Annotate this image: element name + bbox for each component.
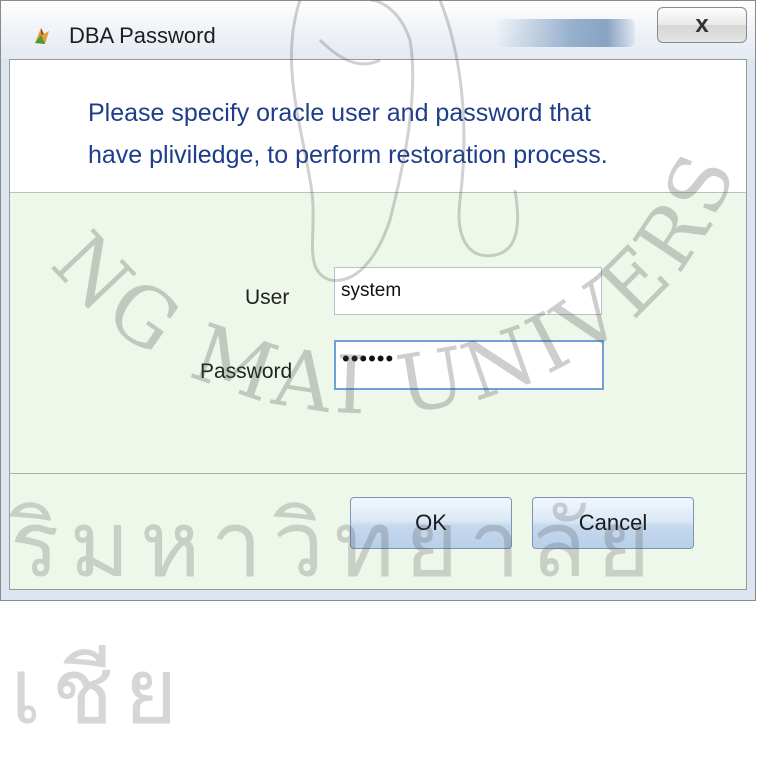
password-input[interactable]: •••••• (334, 340, 604, 390)
title-bar[interactable]: DBA Password x (1, 1, 755, 59)
cancel-button[interactable]: Cancel (532, 497, 694, 549)
window-title: DBA Password (69, 23, 216, 48)
dialog-body: Please specify oracle user and password … (9, 59, 747, 590)
close-icon: x (695, 11, 709, 38)
title-bar-glow (495, 19, 635, 47)
button-panel: OK Cancel (10, 474, 746, 589)
user-input[interactable] (334, 267, 602, 315)
dba-password-dialog: DBA Password x Please specify oracle use… (0, 0, 756, 601)
instruction-panel: Please specify oracle user and password … (10, 60, 746, 193)
instruction-line-1: Please specify oracle user and password … (88, 99, 592, 127)
close-button[interactable]: x (657, 7, 747, 43)
user-label: User (245, 286, 290, 309)
ok-button[interactable]: OK (350, 497, 512, 549)
password-label: Password (200, 360, 293, 383)
instruction-line-2: have pliviledge, to perform restoration … (88, 141, 608, 169)
app-icon (35, 28, 49, 44)
credentials-panel: User Password •••••• (10, 193, 746, 474)
instruction-text: Please specify oracle user and password … (88, 92, 668, 176)
